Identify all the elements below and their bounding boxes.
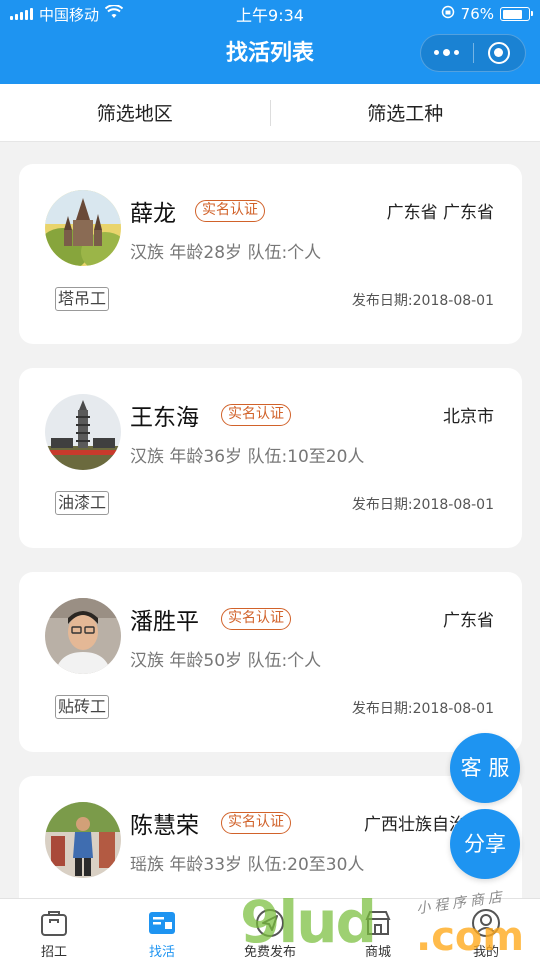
tab-shop[interactable]: 商城 — [324, 899, 432, 960]
carrier-label: 中国移动 — [39, 5, 100, 24]
battery-fill — [502, 9, 522, 19]
tab-label: 商城 — [364, 945, 391, 960]
miniprogram-capsule — [420, 34, 526, 72]
trade-tag: 油漆工 — [55, 491, 110, 515]
verified-badge: 实名认证 — [221, 812, 291, 834]
filter-region-button[interactable]: 筛选地区 — [0, 99, 270, 126]
tab-find-work[interactable]: 找活 — [108, 899, 216, 960]
more-dots-icon — [434, 49, 460, 56]
target-icon — [488, 42, 511, 64]
shop-icon — [362, 907, 394, 939]
battery-icon — [500, 7, 533, 21]
user-icon — [470, 907, 502, 939]
id-card-icon — [146, 907, 178, 939]
publish-date: 发布日期:2018-08-01 — [351, 701, 494, 717]
trade-tag: 贴砖工 — [55, 695, 110, 719]
customer-service-button[interactable]: 客 服 — [450, 733, 520, 803]
worker-name: 潘胜平 — [130, 609, 199, 635]
avatar — [45, 190, 121, 266]
filter-trade-button[interactable]: 筛选工种 — [271, 99, 540, 126]
tab-label: 招工 — [40, 945, 67, 960]
filter-bar: 筛选地区 筛选工种 — [0, 84, 540, 142]
worker-region: 广东省 — [443, 611, 494, 631]
avatar — [45, 394, 121, 470]
signal-icon — [10, 8, 33, 20]
worker-name: 王东海 — [130, 405, 199, 431]
clock: 上午9:34 — [236, 6, 304, 25]
close-miniprogram-button[interactable] — [474, 35, 526, 71]
tab-bar: 招工 找活 免费发布 商城 我的 — [0, 898, 540, 960]
worker-info: 汉族 年龄50岁 队伍:个人 — [130, 651, 322, 671]
tab-label: 找活 — [148, 945, 175, 960]
worker-name: 薛龙 — [130, 201, 176, 227]
battery-percent: 76% — [460, 5, 494, 23]
tab-hire[interactable]: 招工 — [0, 899, 108, 960]
worker-region: 广东省 广东省 — [386, 203, 494, 223]
worker-name: 陈慧荣 — [130, 813, 199, 839]
worker-card[interactable]: 潘胜平 实名认证 广东省 汉族 年龄50岁 队伍:个人 贴砖工 发布日期:201… — [19, 572, 522, 752]
verified-badge: 实名认证 — [221, 404, 291, 426]
worker-info: 汉族 年龄28岁 队伍:个人 — [130, 243, 322, 263]
more-button[interactable] — [421, 35, 473, 71]
worker-card[interactable]: 王东海 实名认证 北京市 汉族 年龄36岁 队伍:10至20人 油漆工 发布日期… — [19, 368, 522, 548]
tab-profile[interactable]: 我的 — [432, 899, 540, 960]
worker-info: 汉族 年龄36岁 队伍:10至20人 — [130, 447, 365, 467]
avatar — [45, 802, 121, 878]
publish-date: 发布日期:2018-08-01 — [351, 293, 494, 309]
wifi-icon — [104, 4, 124, 23]
worker-card[interactable]: 薛龙 实名认证 广东省 广东省 汉族 年龄28岁 队伍:个人 塔吊工 发布日期:… — [19, 164, 522, 344]
worker-info: 瑶族 年龄33岁 队伍:20至30人 — [130, 855, 365, 875]
tab-label: 我的 — [472, 945, 499, 960]
trade-tag: 塔吊工 — [55, 287, 110, 311]
worker-card[interactable]: 陈慧荣 实名认证 广西壮族自治 瑶族 年龄33岁 队伍:20至30人 — [19, 776, 522, 906]
verified-badge: 实名认证 — [195, 200, 265, 222]
paper-plane-icon — [254, 907, 286, 939]
tab-label: 免费发布 — [243, 945, 296, 960]
nav-bar: 找活列表 — [0, 28, 540, 84]
verified-badge: 实名认证 — [221, 608, 291, 630]
worker-region: 北京市 — [443, 407, 494, 427]
publish-date: 发布日期:2018-08-01 — [351, 497, 494, 513]
briefcase-icon — [38, 907, 70, 939]
status-bar: 中国移动 上午9:34 76% — [0, 0, 540, 28]
avatar — [45, 598, 121, 674]
tab-free-publish[interactable]: 免费发布 — [216, 899, 324, 960]
share-button[interactable]: 分享 — [450, 809, 520, 879]
orientation-lock-icon — [441, 5, 455, 23]
